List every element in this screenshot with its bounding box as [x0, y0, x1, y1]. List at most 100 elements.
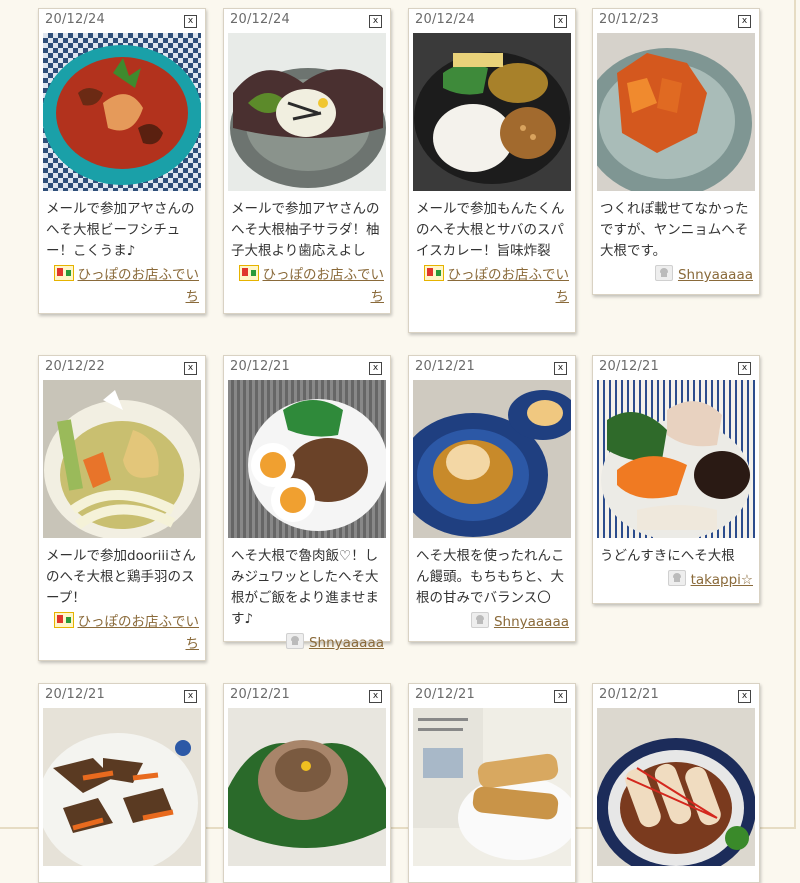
author-link[interactable]: ひっぽのお店ふでいち — [263, 267, 385, 305]
dish-photo[interactable] — [413, 380, 571, 538]
report-card[interactable]: 20/12/21 x — [38, 683, 206, 883]
user-avatar-icon — [285, 633, 304, 649]
report-card[interactable]: 20/12/21 x へそ大根を使ったれんこん饅頭。もちもちと、大根の甘みでバラ… — [408, 355, 576, 642]
close-icon[interactable]: x — [738, 690, 751, 703]
dish-photo-image — [413, 708, 571, 866]
dish-photo[interactable] — [413, 33, 571, 191]
dish-photo-image — [43, 33, 201, 191]
author-link[interactable]: ひっぽのお店ふでいち — [78, 267, 200, 305]
report-card[interactable]: 20/12/21 x — [592, 683, 760, 883]
card-header: 20/12/21 x — [409, 356, 575, 380]
close-icon[interactable]: x — [738, 362, 751, 375]
dish-photo[interactable] — [228, 380, 386, 538]
report-caption: メールで参加アヤさんのへそ大根ビーフシチュー！こくうま♪ — [46, 201, 195, 259]
close-icon[interactable]: x — [369, 690, 382, 703]
dish-photo[interactable] — [413, 708, 571, 866]
author-link[interactable]: takappi☆ — [691, 572, 753, 588]
author-line: Shnyaaaaa — [599, 264, 753, 286]
user-avatar-icon — [654, 265, 673, 281]
dish-photo[interactable] — [597, 33, 755, 191]
close-icon[interactable]: x — [554, 15, 567, 28]
post-date: 20/12/21 — [230, 359, 290, 374]
dish-photo-image — [43, 708, 201, 866]
author-line: ひっぽのお店ふでいち — [45, 264, 199, 308]
user-avatar-icon — [470, 612, 489, 628]
post-date: 20/12/22 — [45, 359, 105, 374]
author-link[interactable]: Shnyaaaaa — [309, 635, 384, 651]
close-icon[interactable]: x — [184, 362, 197, 375]
report-caption: メールで参加アヤさんのへそ大根柚子サラダ！柚子大根より歯応えよし — [231, 201, 380, 259]
post-date: 20/12/24 — [45, 12, 105, 27]
post-date: 20/12/21 — [599, 687, 659, 702]
shop-logo-icon — [53, 612, 74, 628]
dish-photo-image — [43, 380, 201, 538]
post-date: 20/12/21 — [45, 687, 105, 702]
author-link[interactable]: Shnyaaaaa — [678, 267, 753, 283]
author-line: ひっぽのお店ふでいち — [415, 264, 569, 308]
close-icon[interactable]: x — [738, 15, 751, 28]
author-link[interactable]: ひっぽのお店ふでいち — [448, 267, 570, 305]
close-icon[interactable]: x — [369, 362, 382, 375]
close-icon[interactable]: x — [554, 690, 567, 703]
report-caption: へそ大根を使ったれんこん饅頭。もちもちと、大根の甘みでバランス〇 — [416, 548, 565, 606]
close-icon[interactable]: x — [184, 15, 197, 28]
dish-photo-image — [597, 33, 755, 191]
post-date: 20/12/21 — [230, 687, 290, 702]
dish-photo-image — [228, 33, 386, 191]
author-line: ひっぽのお店ふでいち — [45, 611, 199, 655]
report-caption: メールで参加もんたくんのへそ大根とサバのスパイスカレー！旨味炸裂 — [416, 201, 565, 259]
post-date: 20/12/23 — [599, 12, 659, 27]
close-icon[interactable]: x — [369, 15, 382, 28]
report-caption: うどんすきにへそ大根 — [600, 548, 735, 564]
dish-photo[interactable] — [597, 708, 755, 866]
card-header: 20/12/24 x — [39, 9, 205, 33]
dish-photo[interactable] — [43, 380, 201, 538]
report-card[interactable]: 20/12/24 x メールで参加アヤさんのへそ大根柚子サラダ！柚子大根より歯応… — [223, 8, 391, 314]
author-link[interactable]: Shnyaaaaa — [494, 614, 569, 630]
report-card[interactable]: 20/12/24 x メールで参加アヤさんのへそ大根ビーフシチュー！こくうま♪ … — [38, 8, 206, 314]
post-date: 20/12/21 — [415, 687, 475, 702]
card-header: 20/12/21 x — [593, 684, 759, 708]
user-avatar-icon — [667, 570, 686, 586]
author-line: ひっぽのお店ふでいち — [230, 264, 384, 308]
report-card[interactable]: 20/12/21 x へそ大根で魯肉飯♡！しみジュワッとしたへそ大根がご飯をより… — [223, 355, 391, 651]
report-caption: へそ大根で魯肉飯♡！しみジュワッとしたへそ大根がご飯をより進ませます♪ — [231, 548, 379, 627]
report-card[interactable]: 20/12/21 x うどんすきにへそ大根 takappi☆ — [592, 355, 760, 604]
dish-photo[interactable] — [43, 33, 201, 191]
dish-photo[interactable] — [228, 33, 386, 191]
report-card[interactable]: 20/12/22 x メールで参加dooriiiさんのへそ大根と鶏手羽のスープ！… — [38, 355, 206, 661]
dish-photo-image — [228, 708, 386, 866]
post-date: 20/12/21 — [599, 359, 659, 374]
author-line: Shnyaaaaa — [415, 611, 569, 633]
report-card[interactable]: 20/12/21 x — [408, 683, 576, 883]
shop-logo-icon — [53, 265, 74, 281]
card-header: 20/12/22 x — [39, 356, 205, 380]
author-link[interactable]: ひっぽのお店ふでいち — [78, 614, 200, 652]
dish-photo[interactable] — [597, 380, 755, 538]
post-date: 20/12/24 — [415, 12, 475, 27]
dish-photo[interactable] — [228, 708, 386, 866]
report-card[interactable]: 20/12/21 x — [223, 683, 391, 883]
post-date: 20/12/21 — [415, 359, 475, 374]
shop-logo-icon — [238, 265, 259, 281]
close-icon[interactable]: x — [554, 362, 567, 375]
author-line: Shnyaaaaa — [230, 632, 384, 654]
dish-photo-image — [597, 380, 755, 538]
card-header: 20/12/21 x — [39, 684, 205, 708]
author-line: takappi☆ — [599, 569, 753, 591]
dish-photo-image — [413, 380, 571, 538]
report-card[interactable]: 20/12/24 x メールで参加もんたくんのへそ大根とサバのスパイスカレー！旨… — [408, 8, 576, 333]
card-header: 20/12/21 x — [593, 356, 759, 380]
card-header: 20/12/24 x — [224, 9, 390, 33]
dish-photo-image — [228, 380, 386, 538]
card-header: 20/12/21 x — [224, 356, 390, 380]
report-caption: メールで参加dooriiiさんのへそ大根と鶏手羽のスープ！ — [46, 548, 196, 606]
card-header: 20/12/21 x — [409, 684, 575, 708]
shop-logo-icon — [423, 265, 444, 281]
close-icon[interactable]: x — [184, 690, 197, 703]
report-card[interactable]: 20/12/23 x つくれぽ載せてなかったですが、ヤンニョムへそ大根です。 S… — [592, 8, 760, 295]
card-header: 20/12/23 x — [593, 9, 759, 33]
post-date: 20/12/24 — [230, 12, 290, 27]
card-header: 20/12/21 x — [224, 684, 390, 708]
dish-photo[interactable] — [43, 708, 201, 866]
